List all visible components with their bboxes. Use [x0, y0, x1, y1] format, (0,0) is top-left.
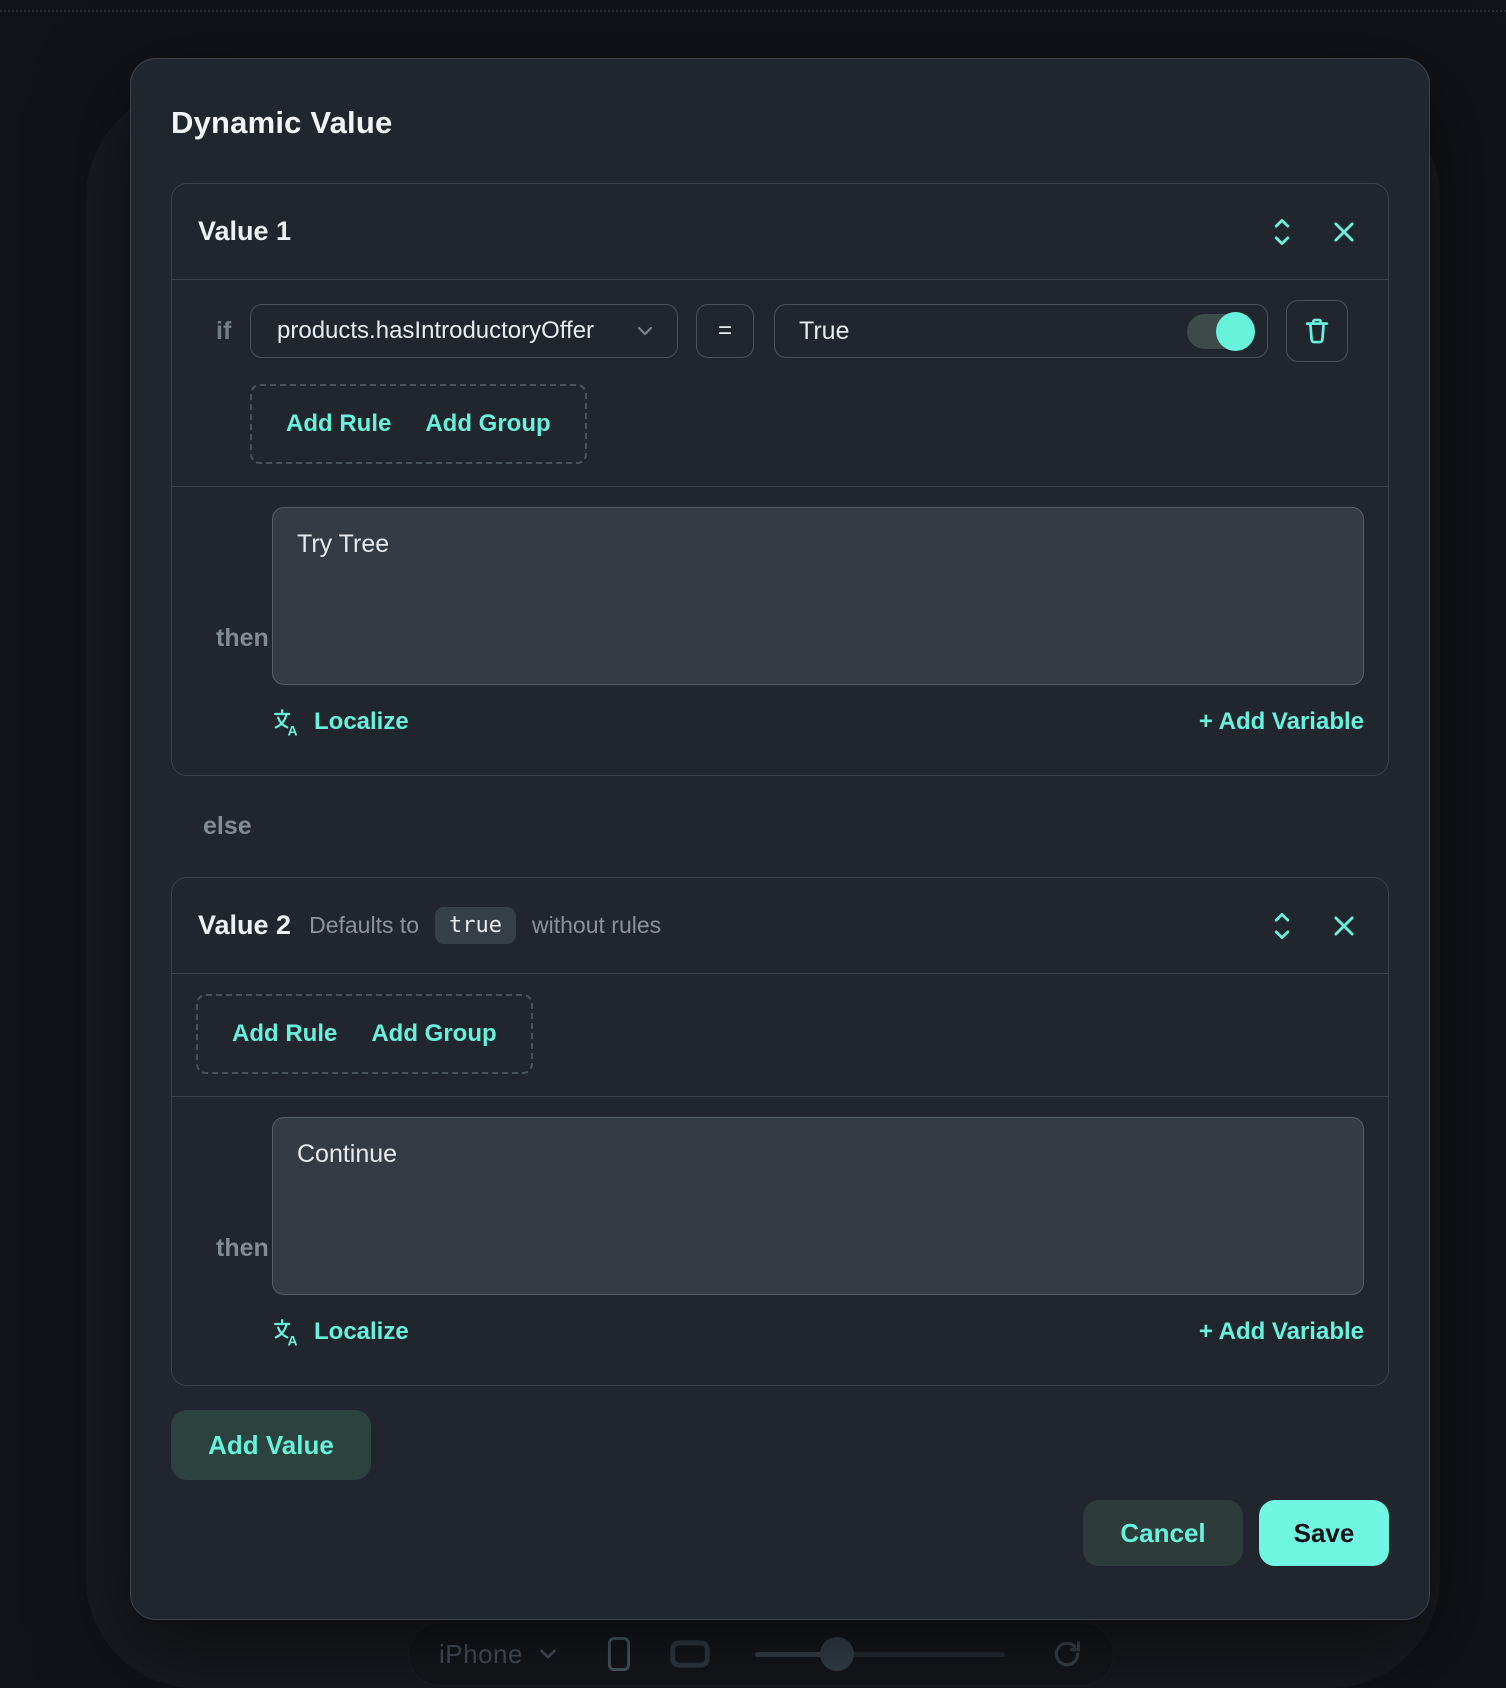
value-1-header: Value 1 [172, 184, 1388, 280]
trash-icon [1302, 315, 1332, 347]
dialog-footer: Cancel Save [171, 1500, 1389, 1566]
add-rule-group-box: Add Rule Add Group [196, 994, 533, 1074]
save-button[interactable]: Save [1259, 1500, 1389, 1566]
chevron-down-icon[interactable] [535, 1641, 561, 1667]
slider-thumb[interactable] [820, 1637, 854, 1671]
then-value-input[interactable]: Try Tree [272, 507, 1364, 685]
rule-field-value: products.hasIntroductoryOffer [277, 317, 594, 345]
value-card-1: Value 1 if products.hasIntroductoryOffer [171, 183, 1389, 776]
svg-text:A: A [288, 722, 298, 737]
reorder-chevrons-icon[interactable] [1268, 213, 1296, 251]
chevron-down-icon [633, 319, 657, 343]
cancel-button[interactable]: Cancel [1083, 1500, 1243, 1566]
then-label: then [196, 1234, 272, 1263]
localize-label: Localize [314, 1318, 409, 1346]
value-2-title: Value 2 [198, 910, 291, 941]
add-variable-button[interactable]: + Add Variable [1199, 708, 1364, 736]
device-preview-toolbar: iPhone [408, 1622, 1114, 1686]
add-group-button[interactable]: Add Group [425, 410, 550, 438]
defaults-value-pill: true [435, 907, 516, 944]
phone-landscape-icon[interactable] [669, 1639, 711, 1669]
delete-rule-button[interactable] [1286, 300, 1348, 362]
close-icon[interactable] [1330, 218, 1358, 246]
rule-field-dropdown[interactable]: products.hasIntroductoryOffer [250, 304, 678, 358]
add-value-button[interactable]: Add Value [171, 1410, 371, 1480]
rule-value-field: True [774, 304, 1268, 358]
add-rule-group-box: Add Rule Add Group [250, 384, 587, 464]
background-dotted-divider [0, 10, 1506, 12]
then-label: then [196, 624, 272, 653]
defaults-suffix: without rules [532, 912, 661, 939]
translate-icon: A [272, 707, 302, 737]
value-2-rules-section: Add Rule Add Group [172, 974, 1388, 1096]
add-rule-button[interactable]: Add Rule [286, 410, 391, 438]
value-2-then-section: then Continue A Localize [172, 1096, 1388, 1385]
refresh-icon[interactable] [1051, 1638, 1083, 1670]
true-toggle[interactable] [1187, 314, 1253, 349]
add-variable-button[interactable]: + Add Variable [1199, 1318, 1364, 1346]
device-select[interactable]: iPhone [439, 1639, 523, 1670]
toggle-knob [1216, 312, 1255, 351]
localize-button[interactable]: A Localize [272, 1317, 409, 1347]
value-1-then-section: then Try Tree A Localize [172, 486, 1388, 775]
rule-operator-button[interactable]: = [696, 304, 754, 358]
close-icon[interactable] [1330, 912, 1358, 940]
localize-button[interactable]: A Localize [272, 707, 409, 737]
if-label: if [196, 317, 250, 346]
add-rule-button[interactable]: Add Rule [232, 1020, 337, 1048]
value-1-rules-section: if products.hasIntroductoryOffer = True [172, 280, 1388, 486]
dynamic-value-dialog: Dynamic Value Value 1 if products.hasInt… [130, 58, 1430, 1620]
svg-text:A: A [288, 1332, 298, 1347]
reorder-chevrons-icon[interactable] [1268, 907, 1296, 945]
rule-row: if products.hasIntroductoryOffer = True [196, 300, 1364, 362]
value-2-header: Value 2 Defaults to true without rules [172, 878, 1388, 974]
phone-portrait-icon[interactable] [605, 1636, 633, 1672]
else-label: else [203, 812, 1389, 841]
then-value-input[interactable]: Continue [272, 1117, 1364, 1295]
translate-icon: A [272, 1317, 302, 1347]
add-group-button[interactable]: Add Group [371, 1020, 496, 1048]
localize-label: Localize [314, 708, 409, 736]
defaults-note: Defaults to true without rules [309, 907, 661, 944]
zoom-slider[interactable] [755, 1637, 1005, 1671]
value-1-title: Value 1 [198, 216, 291, 247]
page-title: Dynamic Value [171, 105, 1389, 141]
defaults-prefix: Defaults to [309, 912, 419, 939]
value-card-2: Value 2 Defaults to true without rules A… [171, 877, 1389, 1386]
rule-value-label: True [799, 317, 849, 346]
